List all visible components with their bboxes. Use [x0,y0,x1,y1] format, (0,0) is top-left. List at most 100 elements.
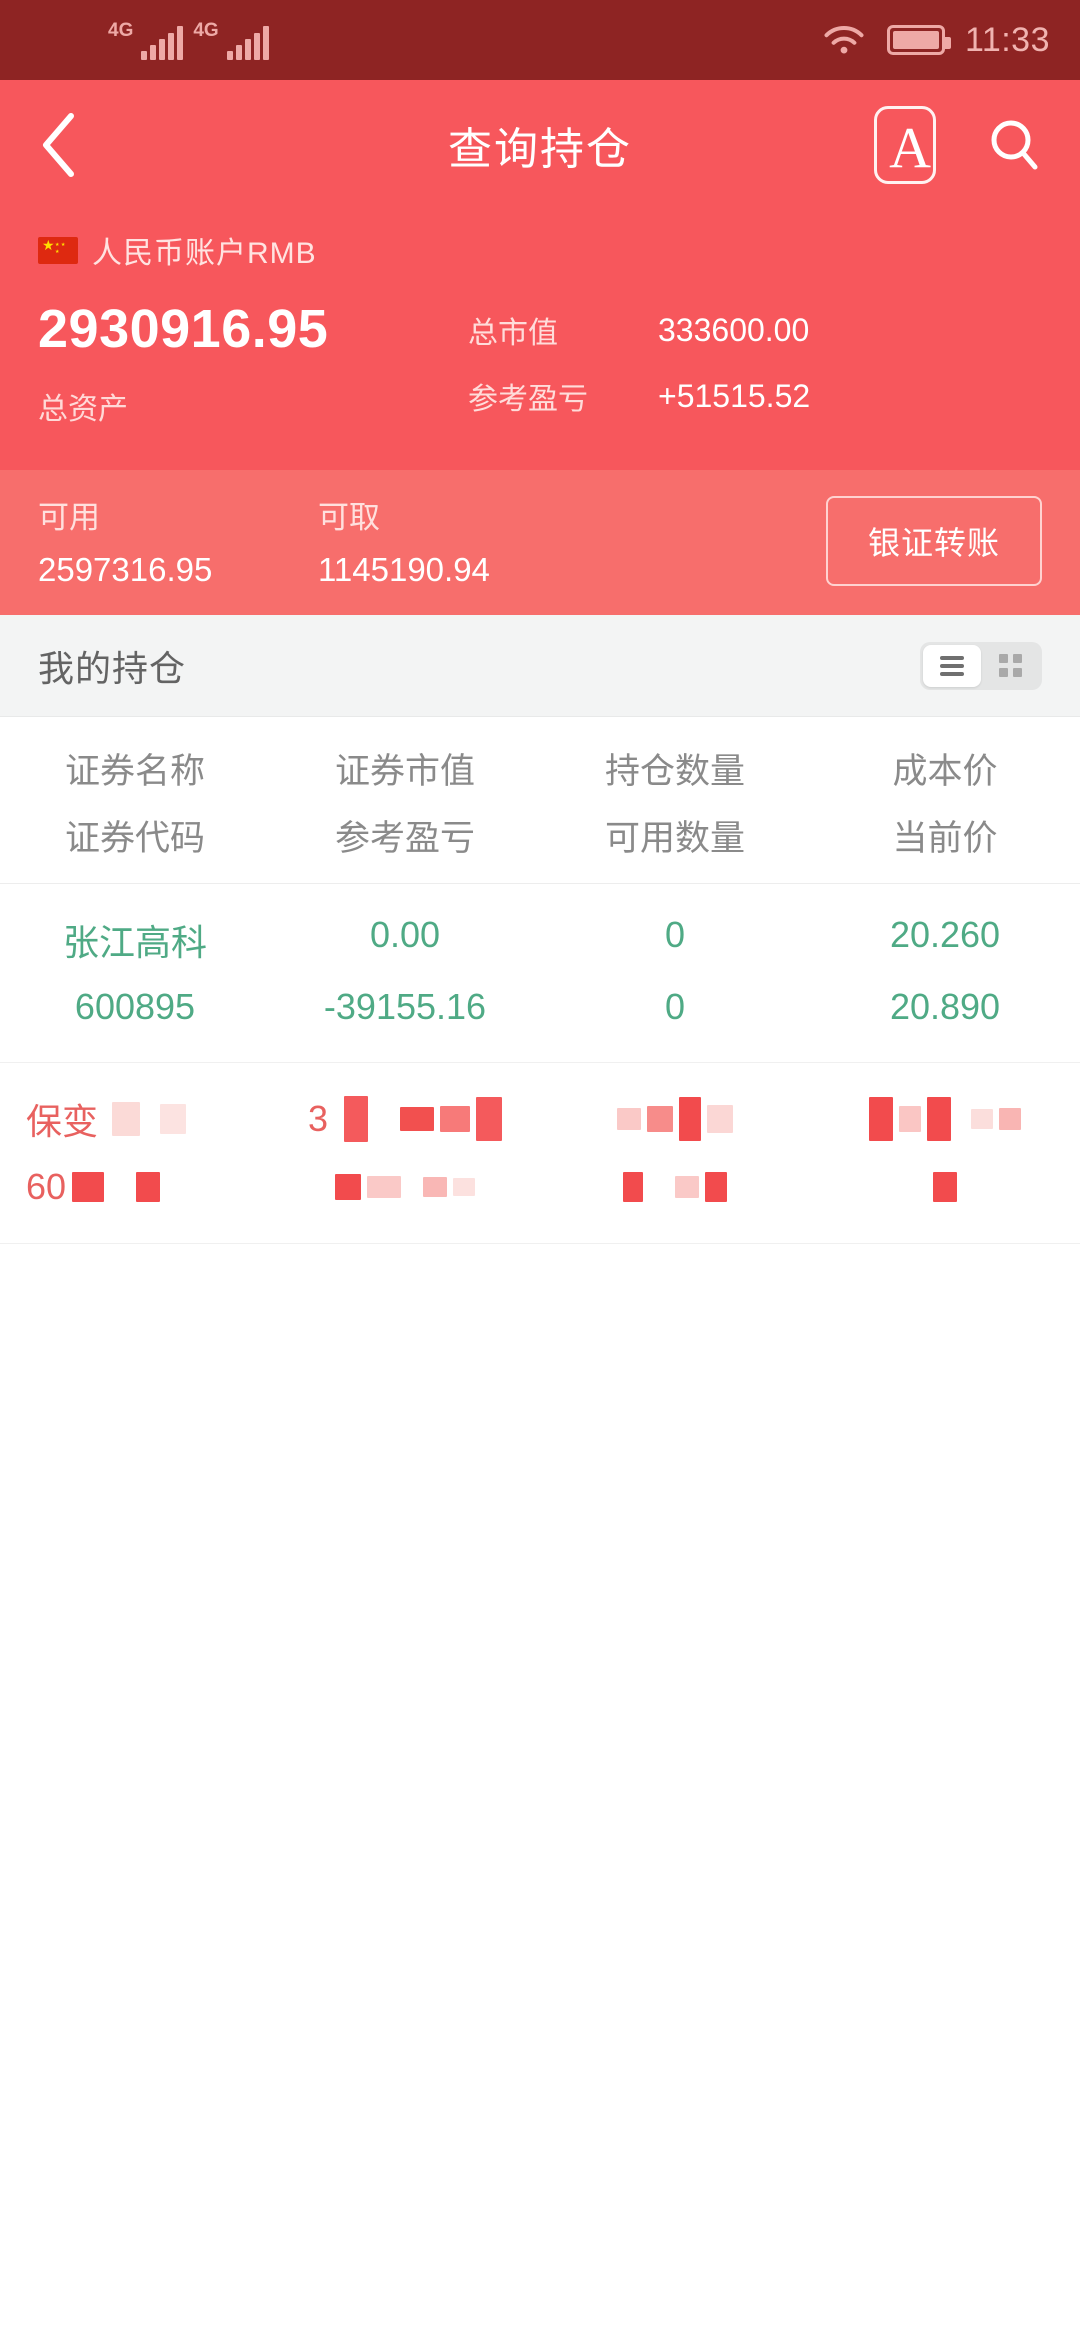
header-current-price: 当前价 [892,819,998,858]
redaction-block [112,1102,141,1136]
withdrawable-label: 可取 [318,500,380,535]
search-icon [991,120,1038,170]
cell-security-code: 600895 [74,986,196,1027]
back-button[interactable] [38,110,108,180]
cell-quantity [540,1093,810,1145]
redaction-block [440,1106,471,1132]
status-bar: 4G 4G 11:33 [0,0,1080,80]
table-row[interactable]: 保变 3 60 [0,1063,1080,1244]
bank-transfer-button[interactable]: 银证转账 [825,495,1042,586]
cell-market-value: 3 [270,1093,540,1145]
header-quantity: 持仓数量 [604,752,745,791]
header-profit-loss: 参考盈亏 [334,819,475,858]
redaction-block [423,1177,447,1197]
grid-view-icon [998,654,1022,677]
available-balance-block: 可用 2597316.95 [38,492,318,589]
profit-loss-label: 参考盈亏 [468,383,588,416]
redaction-block [344,1096,369,1142]
redaction-block [707,1105,733,1133]
font-size-icon[interactable]: A [874,106,936,184]
cell-available-qty [540,1165,810,1209]
redaction-block [927,1097,951,1141]
search-button[interactable] [986,116,1042,174]
redaction-block [72,1172,105,1202]
header-available-qty: 可用数量 [604,819,745,858]
china-flag-icon [38,236,78,264]
status-bar-right: 11:33 [821,21,1050,60]
redaction-block [476,1097,503,1141]
account-name-label: 人民币账户RMB [92,237,317,270]
redaction-block [869,1097,893,1141]
cell-profit-loss [270,1165,540,1209]
redaction-block [160,1104,187,1134]
view-toggle[interactable] [920,641,1042,690]
signal-indicator-2: 4G [193,21,269,60]
redaction-block [971,1109,993,1129]
list-view-icon [940,655,964,676]
row-top-line: 保变 3 [0,1093,1080,1145]
my-positions-title: 我的持仓 [38,647,187,689]
header-market-value: 证券市值 [334,752,475,791]
account-summary: 人民币账户RMB 2930916.95 总资产 总市值 333600.00 参考… [0,210,1080,470]
cell-security-name-text: 保变 [26,1101,99,1142]
account-body: 2930916.95 总资产 总市值 333600.00 参考盈亏 +51515… [38,298,1042,440]
available-funds-bar: 可用 2597316.95 可取 1145190.94 银证转账 [0,470,1080,615]
account-stats: 总市值 333600.00 参考盈亏 +51515.52 [468,298,1042,440]
market-value-label: 总市值 [468,317,558,350]
redaction-block [136,1172,161,1202]
available-balance-label: 可用 [38,500,100,535]
stat-row-profit-loss: 参考盈亏 +51515.52 [468,374,1042,418]
account-name-row[interactable]: 人民币账户RMB [38,228,1042,272]
redaction-block [453,1178,475,1196]
redaction-block [367,1176,401,1198]
profit-loss-value: +51515.52 [658,377,811,414]
redaction-block [705,1172,727,1202]
battery-icon [886,25,951,55]
cell-cost-price: 20.260 [889,914,1001,955]
cell-market-value-text: 3 [307,1098,329,1139]
market-value-value: 333600.00 [658,311,810,348]
total-assets-block: 2930916.95 总资产 [38,298,468,428]
table-row[interactable]: 张江高科 0.00 0 20.260 600895 -39155.16 0 20… [0,884,1080,1063]
app-screen: 4G 4G 11:33 查询持仓 A ★ ★ ★ ★ 人民币账户RMB 2930… [0,0,1080,2340]
cell-security-name: 保变 [0,1093,270,1145]
header-security-name: 证券名称 [64,752,205,791]
status-bar-left: 4G 4G [108,21,269,60]
status-bar-clock: 11:33 [964,20,1050,59]
cell-security-code-text: 60 [26,1166,67,1207]
redaction-block [617,1108,641,1130]
stat-row-market-value: 总市值 333600.00 [468,308,1042,352]
redaction-block [335,1174,361,1200]
app-bar-actions: A [874,106,1042,184]
signal-indicator-1: 4G [108,19,184,60]
available-balance-value: 2597316.95 [38,551,213,588]
redaction-block [899,1106,921,1132]
cell-market-value: 0.00 [369,914,441,955]
app-bar: 查询持仓 A [0,80,1080,210]
withdrawable-block: 可取 1145190.94 [318,492,598,589]
cell-profit-loss: -39155.16 [323,986,487,1027]
network-type-1: 4G [108,19,134,41]
my-positions-bar: 我的持仓 [0,615,1080,717]
row-top-line: 张江高科 0.00 0 20.260 [0,914,1080,966]
header-cost-price: 成本价 [892,752,998,791]
redaction-block [623,1172,643,1202]
redaction-block [400,1107,435,1131]
total-assets-value: 2930916.95 [38,299,329,359]
cell-security-name: 张江高科 [62,922,207,963]
header-security-code: 证券代码 [64,819,205,858]
grid-view-button[interactable] [981,645,1039,687]
row-bottom-line: 600895 -39155.16 0 20.890 [0,966,1080,1028]
cell-available-qty: 0 [664,986,686,1027]
list-view-button[interactable] [923,644,981,687]
row-bottom-line: 60 [0,1145,1080,1209]
redaction-block [679,1097,701,1141]
cell-current-price: 20.890 [889,986,1001,1027]
redaction-block [647,1106,673,1132]
signal-bars-icon-2 [226,25,269,60]
cell-quantity: 0 [664,914,686,955]
wifi-icon [821,23,867,57]
positions-table-header: 证券名称 证券市值 持仓数量 成本价 证券代码 参考盈亏 可用数量 当前价 [0,717,1080,884]
cell-current-price [810,1165,1080,1209]
redaction-block [675,1176,699,1198]
